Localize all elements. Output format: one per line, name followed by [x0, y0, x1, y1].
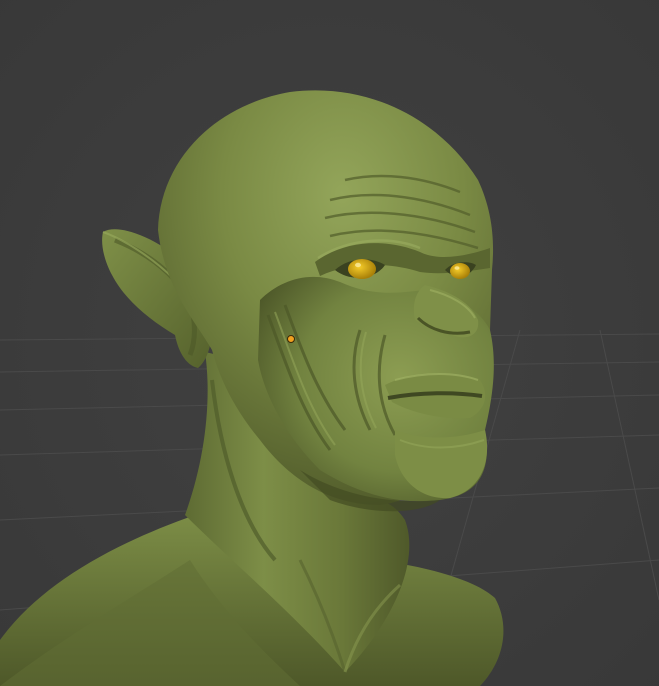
object-origin-marker[interactable] [287, 335, 295, 343]
3d-viewport[interactable] [0, 0, 659, 686]
